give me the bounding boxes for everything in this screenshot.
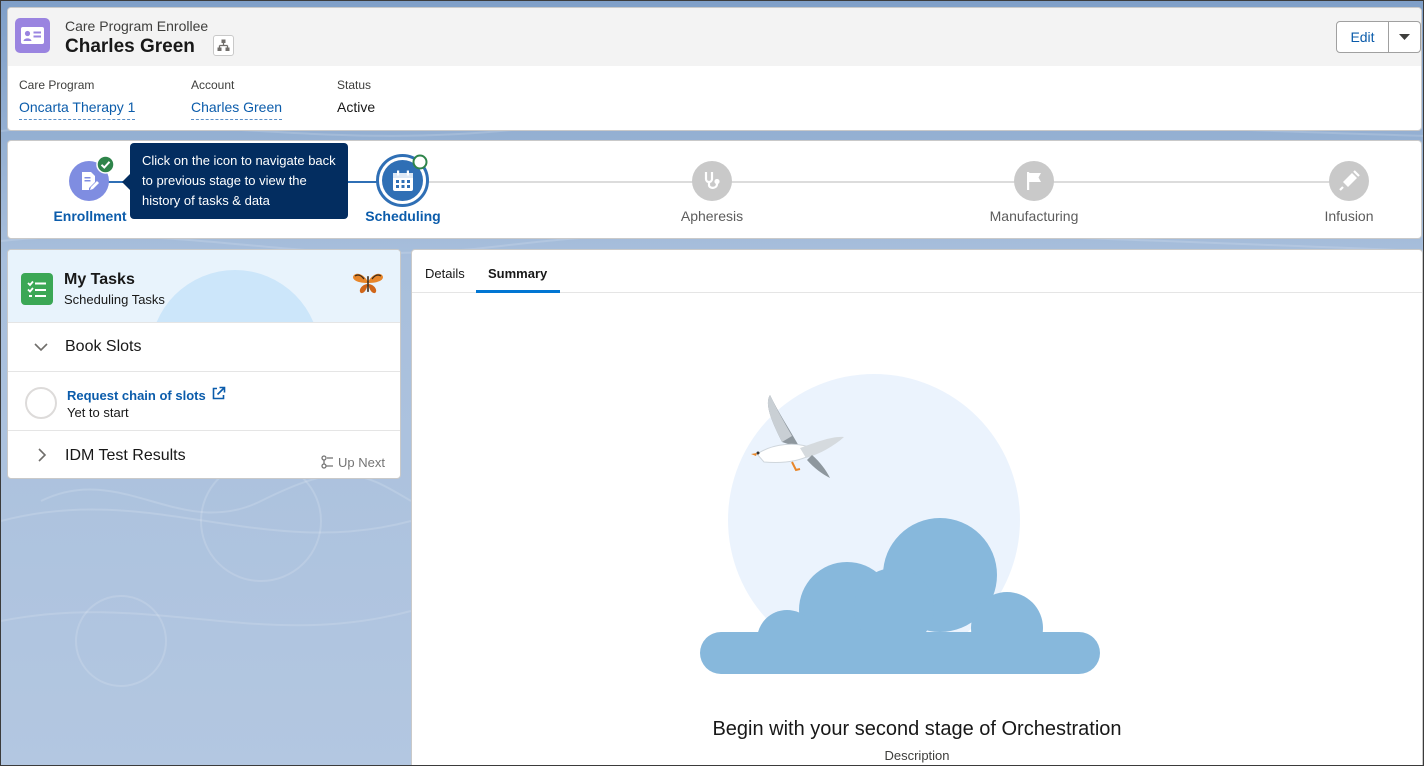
hierarchy-button[interactable]	[213, 35, 234, 56]
my-tasks-card: My Tasks Scheduling Tasks Book Slots Req…	[7, 249, 401, 479]
stage-infusion[interactable]	[1329, 161, 1369, 201]
chevron-right-icon	[38, 448, 47, 462]
stethoscope-icon	[704, 172, 720, 189]
tab-bar: Details Summary	[412, 250, 1422, 293]
chevron-down-icon	[1399, 34, 1410, 40]
task-section-book-slots[interactable]: Book Slots	[8, 322, 400, 371]
task-status: Yet to start	[67, 405, 129, 420]
stage-label-apheresis: Apheresis	[680, 208, 744, 224]
hierarchy-icon	[217, 39, 230, 51]
tooltip-arrow	[122, 174, 130, 190]
care-program-link[interactable]: Oncarta Therapy 1	[19, 99, 136, 120]
more-actions-button[interactable]	[1389, 21, 1421, 53]
account-link[interactable]: Charles Green	[191, 99, 283, 120]
calendar-icon	[392, 170, 413, 191]
status-value: Active	[337, 99, 376, 115]
tab-details[interactable]: Details	[425, 266, 465, 281]
edit-button[interactable]: Edit	[1336, 21, 1389, 53]
stage-tooltip: Click on the icon to navigate back to pr…	[130, 143, 348, 219]
field-label-status: Status	[337, 78, 372, 92]
tasks-subtitle: Scheduling Tasks	[64, 292, 165, 307]
main-panel: Details Summary Begin with your second s…	[411, 249, 1423, 765]
task-list-icon	[21, 273, 53, 305]
field-label-care-program: Care Program	[19, 78, 95, 92]
stage-label-manufacturing: Manufacturing	[989, 208, 1079, 224]
syringe-icon	[1339, 170, 1360, 191]
header-decoration	[150, 270, 320, 322]
task-item: Request chain of slots Yet to start	[8, 371, 400, 430]
app-frame: Care Program Enrollee Charles Green Edit…	[0, 0, 1424, 766]
empty-state-title: Begin with your second stage of Orchestr…	[712, 718, 1122, 740]
stage-path: Enrollment Scheduling Apheresis Manufact…	[7, 140, 1422, 239]
empty-state-description: Description	[884, 748, 950, 763]
tasks-title: My Tasks	[64, 271, 135, 288]
butterfly-icon	[353, 273, 383, 294]
task-section-label: IDM Test Results	[65, 447, 186, 464]
check-icon	[96, 155, 115, 174]
record-type: Care Program Enrollee	[65, 18, 209, 34]
tab-summary[interactable]: Summary	[488, 266, 547, 281]
chevron-down-icon	[34, 343, 48, 352]
task-section-label: Book Slots	[65, 338, 142, 355]
task-status-radio[interactable]	[25, 387, 57, 419]
field-label-account: Account	[191, 78, 235, 92]
task-section-idm-test-results[interactable]: IDM Test Results Up Next	[8, 430, 400, 478]
empty-state-illustration	[700, 374, 1100, 674]
stage-manufacturing[interactable]	[1014, 161, 1054, 201]
path-line-upcoming	[402, 181, 1349, 183]
record-header: Care Program Enrollee Charles Green Edit…	[7, 7, 1422, 131]
up-next-icon	[321, 455, 333, 469]
stage-apheresis[interactable]	[692, 161, 732, 201]
in-progress-icon	[412, 154, 428, 170]
record-header-top: Care Program Enrollee Charles Green Edit	[8, 8, 1421, 66]
external-link-icon	[213, 386, 226, 400]
record-name: Charles Green	[65, 36, 195, 57]
contact-card-icon	[15, 18, 50, 53]
stage-label-infusion: Infusion	[1324, 208, 1374, 224]
active-tab-indicator	[476, 290, 560, 293]
task-link-request-chain[interactable]: Request chain of slots	[67, 386, 226, 403]
flag-icon	[1027, 172, 1041, 190]
up-next-badge: Up Next	[338, 455, 385, 470]
my-tasks-header: My Tasks Scheduling Tasks	[8, 250, 400, 322]
